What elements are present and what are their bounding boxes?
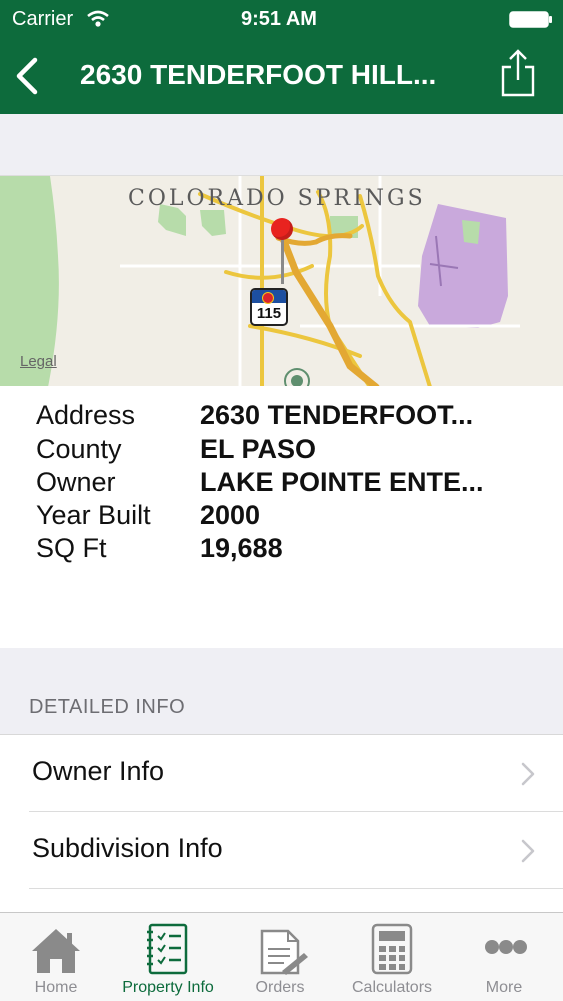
property-info-icon bbox=[147, 923, 188, 975]
property-value: EL PASO bbox=[200, 434, 317, 464]
property-label: SQ Ft bbox=[36, 533, 107, 563]
orders-icon bbox=[260, 929, 308, 975]
property-info-card: Address 2630 TENDERFOOT... County EL PAS… bbox=[0, 386, 563, 648]
nav-title: 2630 TENDERFOOT HILL... bbox=[80, 59, 437, 90]
home-icon bbox=[32, 929, 80, 973]
navigation-bar: 2630 TENDERFOOT HILL... bbox=[0, 40, 563, 114]
list-item-owner-info[interactable]: Owner Info bbox=[0, 735, 563, 812]
tab-calculators[interactable]: Calculators bbox=[336, 913, 448, 1001]
property-value: 2630 TENDERFOOT... bbox=[200, 400, 474, 430]
tab-label: Home bbox=[34, 979, 78, 996]
highway-shield: 115 bbox=[250, 288, 288, 326]
tab-label: Property Info bbox=[122, 979, 214, 996]
detailed-info-list: Owner Info Subdivision Info bbox=[0, 734, 563, 913]
tab-label: Orders bbox=[255, 979, 305, 996]
property-value: LAKE POINTE ENTE... bbox=[200, 467, 484, 497]
map-legal-link[interactable]: Legal bbox=[20, 353, 57, 370]
tab-home[interactable]: Home bbox=[0, 913, 112, 1001]
property-map[interactable]: COLORADO SPRINGS 115 Legal bbox=[0, 175, 563, 387]
property-value: 19,688 bbox=[200, 533, 283, 563]
carrier-label: Carrier bbox=[12, 8, 74, 30]
more-icon bbox=[485, 940, 527, 954]
status-bar: Carrier 9:51 AM bbox=[0, 0, 563, 40]
tab-orders[interactable]: Orders bbox=[224, 913, 336, 1001]
property-label: Owner bbox=[36, 467, 116, 497]
list-item-label: Subdivision Info bbox=[32, 833, 223, 863]
list-item-subdivision-info[interactable]: Subdivision Info bbox=[0, 812, 563, 889]
list-item-label: Owner Info bbox=[32, 756, 165, 786]
property-label: Year Built bbox=[36, 500, 151, 530]
list-separator bbox=[29, 888, 563, 889]
battery-icon bbox=[509, 11, 552, 28]
tab-more[interactable]: More bbox=[448, 913, 560, 1001]
section-header-detailed-info: DETAILED INFO bbox=[29, 696, 186, 718]
property-value: 2000 bbox=[200, 500, 261, 530]
share-icon[interactable] bbox=[500, 48, 536, 98]
map-pin-icon[interactable] bbox=[271, 218, 295, 290]
tab-property-info[interactable]: Property Info bbox=[112, 913, 224, 1001]
tab-label: Calculators bbox=[351, 979, 433, 996]
highway-shield-number: 115 bbox=[256, 305, 282, 322]
wifi-icon bbox=[87, 10, 109, 27]
chevron-right-icon bbox=[521, 762, 535, 786]
back-chevron-icon[interactable] bbox=[14, 57, 40, 95]
map-city-label: COLORADO SPRINGS bbox=[128, 186, 426, 211]
tab-bar: Home Property Info Orders Calculators Mo… bbox=[0, 912, 563, 1001]
property-label: Address bbox=[36, 400, 136, 430]
chevron-right-icon bbox=[521, 839, 535, 863]
calculator-icon bbox=[371, 923, 413, 975]
property-label: County bbox=[36, 434, 122, 464]
tab-label: More bbox=[485, 979, 523, 996]
status-time: 9:51 AM bbox=[241, 8, 317, 30]
